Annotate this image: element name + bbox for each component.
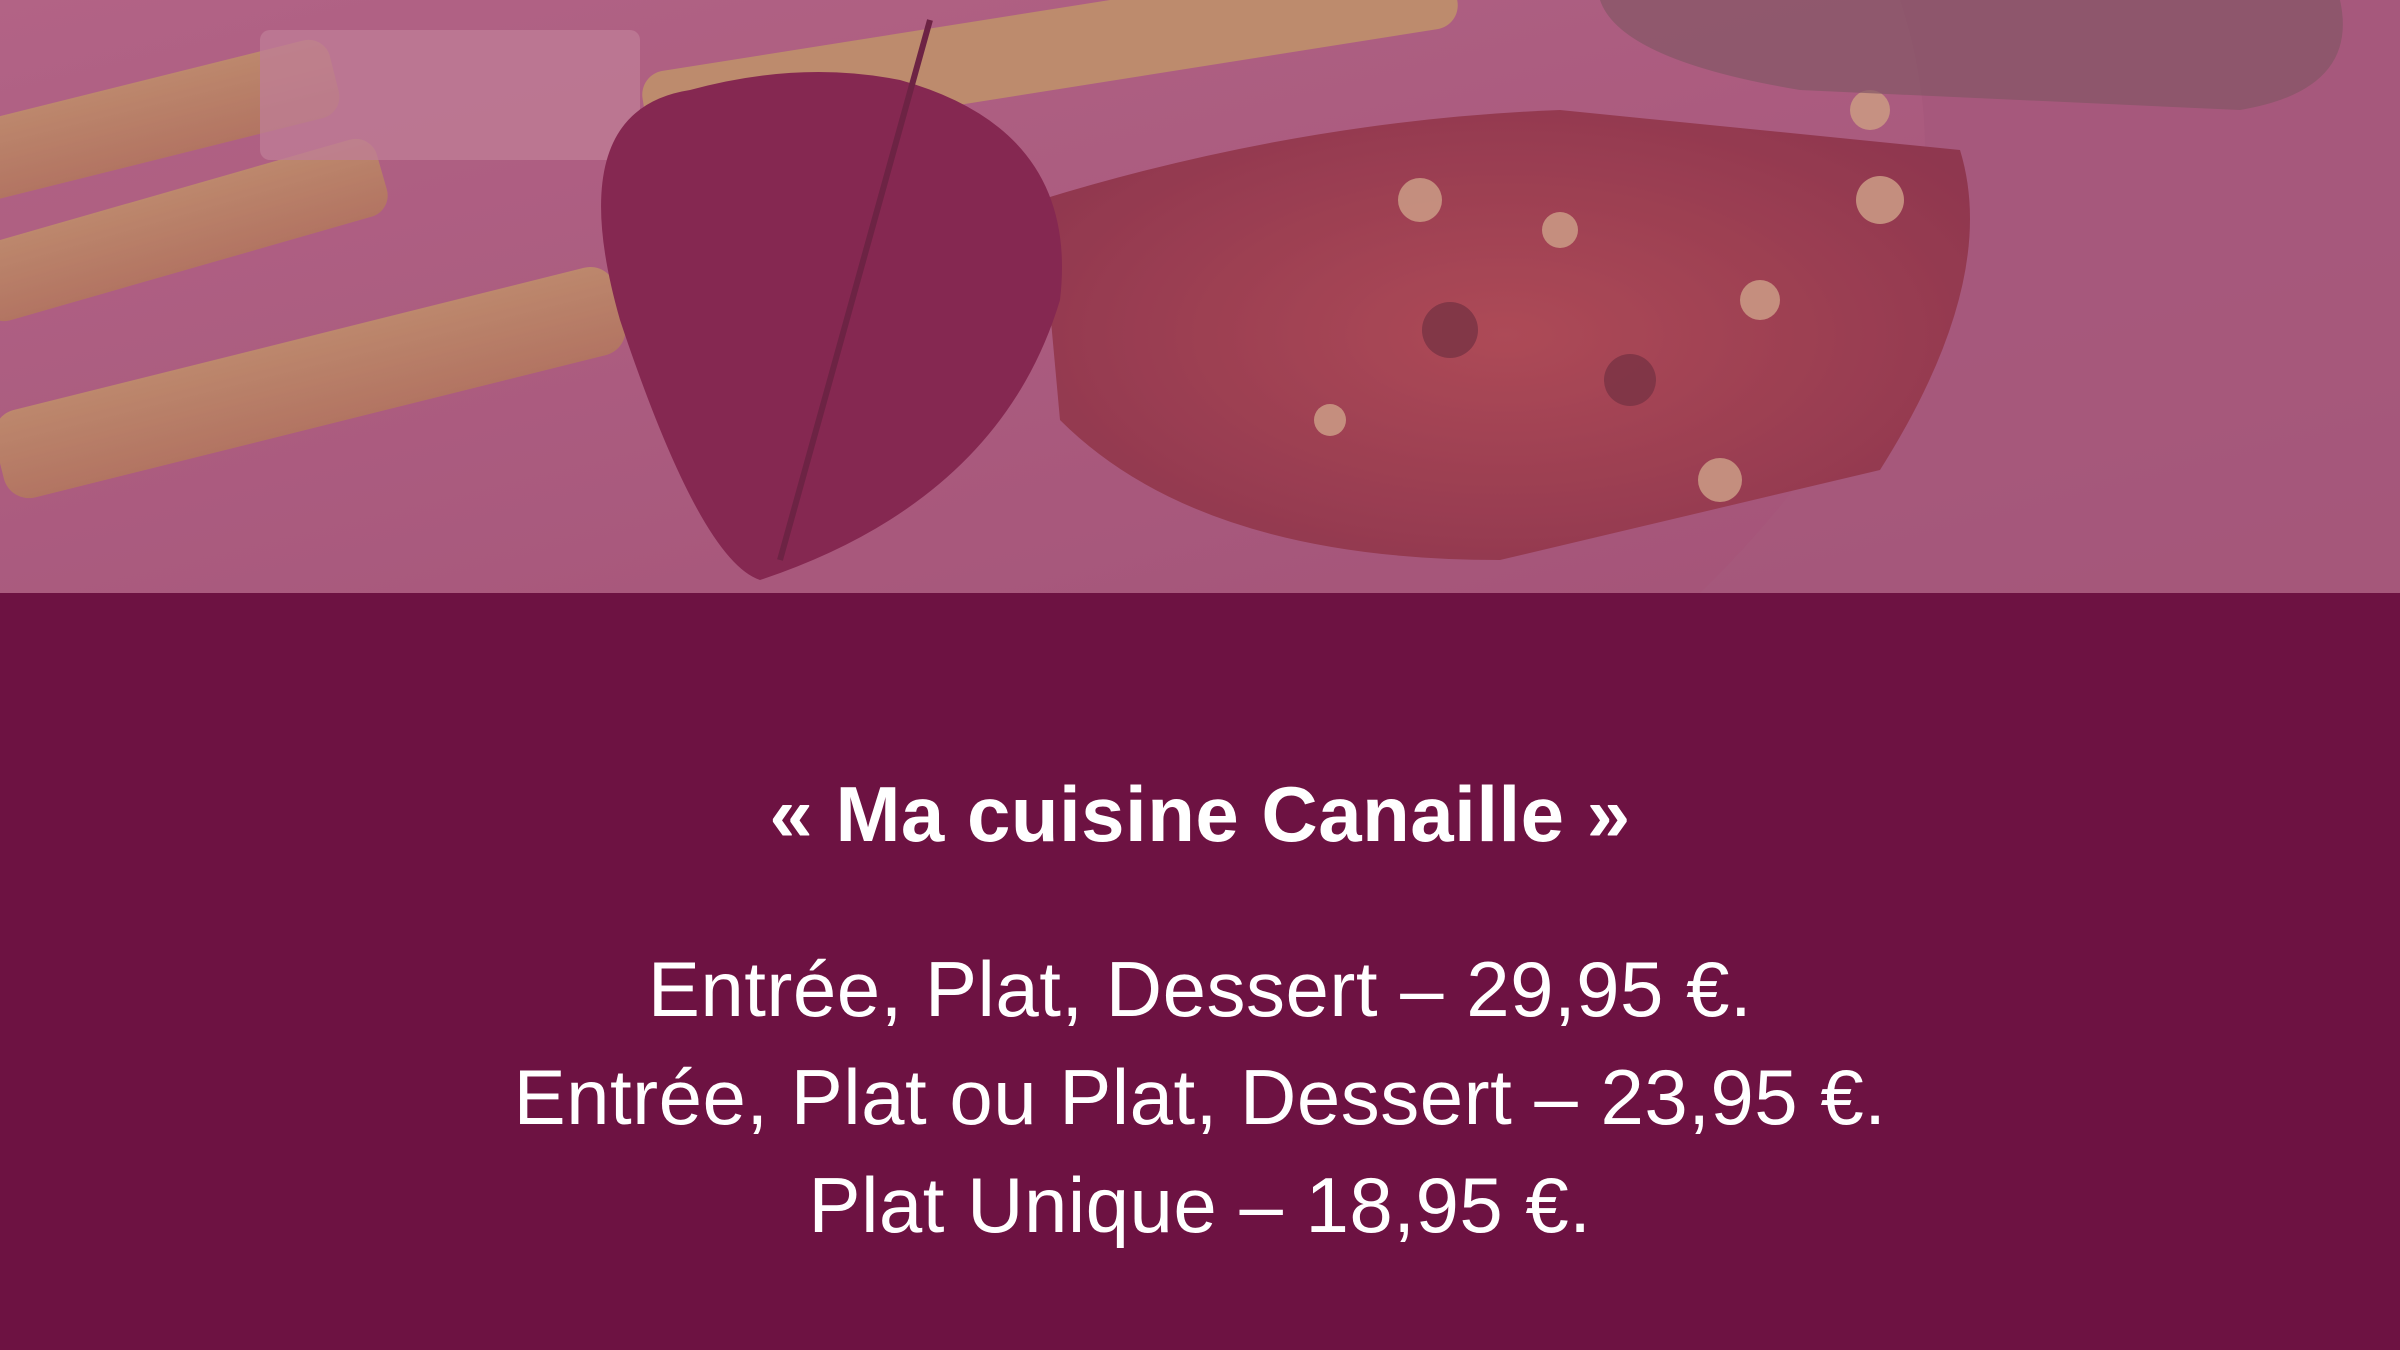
menu-title: « Ma cuisine Canaille » — [769, 770, 1631, 859]
price-list: Entrée, Plat, Dessert – 29,95 €. Entrée,… — [0, 935, 2400, 1259]
price-line-single-dish: Plat Unique – 18,95 €. — [808, 1161, 1592, 1249]
price-line-two-courses: Entrée, Plat ou Plat, Dessert – 23,95 €. — [513, 1053, 1887, 1141]
hero-food-photo — [0, 0, 2400, 593]
food-photo-illustration — [0, 0, 2400, 593]
menu-price-panel: « Ma cuisine Canaille » Entrée, Plat, De… — [0, 593, 2400, 1350]
price-line-three-courses: Entrée, Plat, Dessert – 29,95 €. — [647, 945, 1753, 1033]
